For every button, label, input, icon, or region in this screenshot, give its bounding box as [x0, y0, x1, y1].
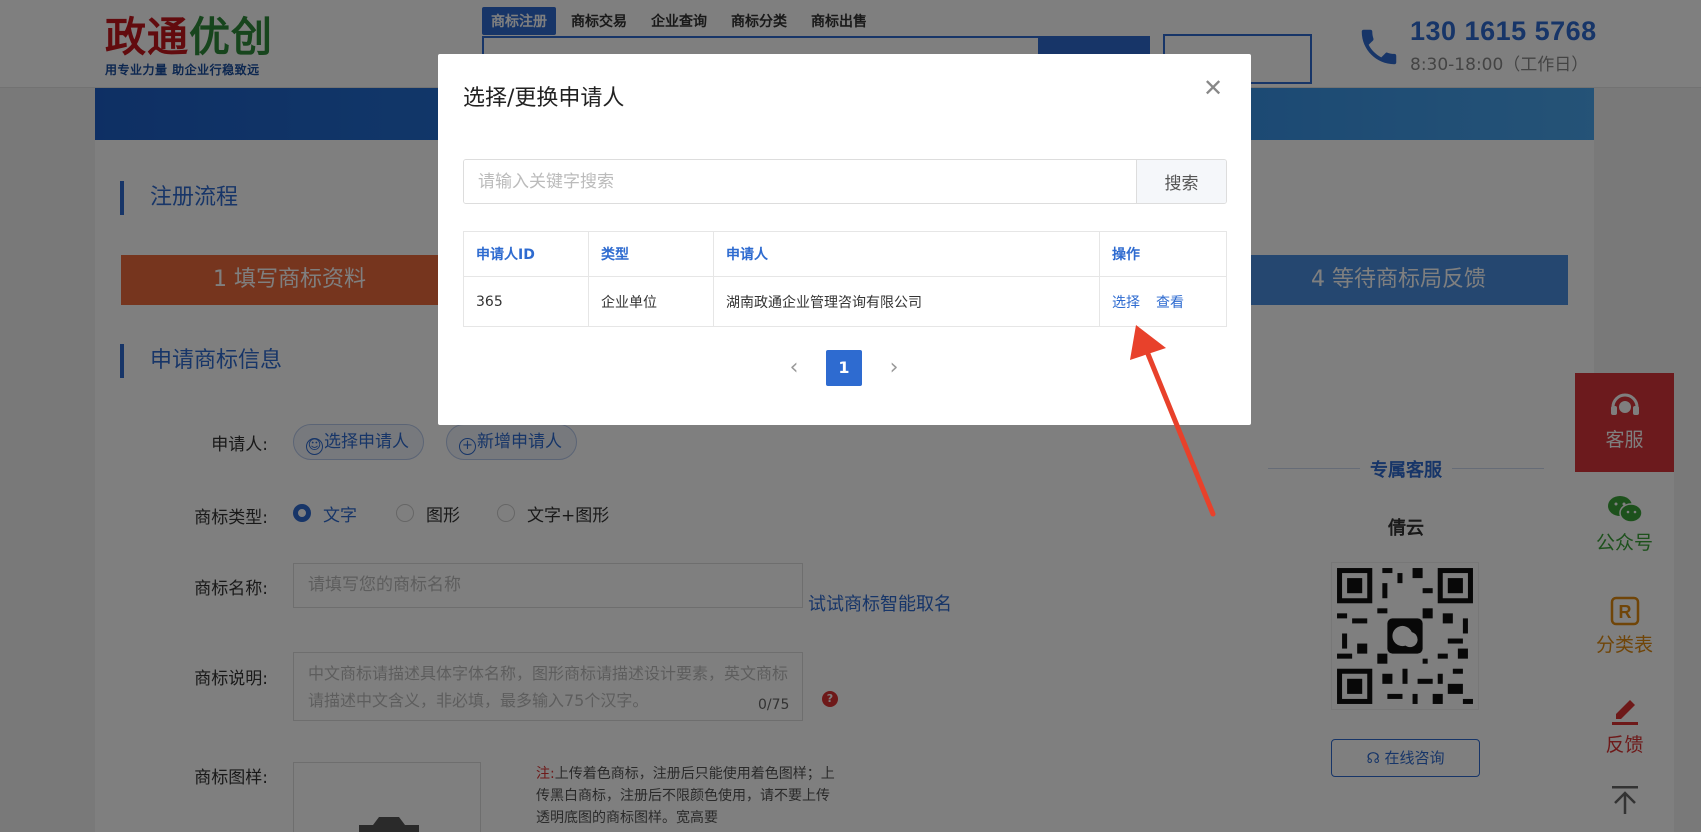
cell-applicant-id: 365	[463, 276, 589, 327]
modal-title: 选择/更换申请人	[463, 86, 625, 111]
next-page-button[interactable]: ›	[884, 350, 904, 386]
table-header-row: 申请人ID 类型 申请人 操作	[463, 231, 1227, 277]
applicant-table: 申请人ID 类型 申请人 操作 365 企业单位 湖南政通企业管理咨询有限公司 …	[463, 231, 1227, 327]
column-header-applicant: 申请人	[713, 231, 1100, 277]
prev-page-button[interactable]: ‹	[784, 350, 804, 386]
close-icon[interactable]: ✕	[1200, 76, 1226, 102]
view-link[interactable]: 查看	[1156, 295, 1184, 311]
cell-actions: 选择 查看	[1099, 276, 1227, 327]
cell-applicant-type: 企业单位	[588, 276, 714, 327]
column-header-id: 申请人ID	[463, 231, 589, 277]
modal-search-button[interactable]: 搜索	[1136, 160, 1226, 203]
modal-search-input[interactable]	[464, 160, 1136, 203]
select-link[interactable]: 选择	[1112, 295, 1140, 311]
column-header-type: 类型	[588, 231, 714, 277]
cell-applicant-name: 湖南政通企业管理咨询有限公司	[713, 276, 1100, 327]
table-row: 365 企业单位 湖南政通企业管理咨询有限公司 选择 查看	[463, 276, 1227, 327]
modal-search-bar: 搜索	[463, 159, 1227, 204]
column-header-action: 操作	[1099, 231, 1227, 277]
page-number-current[interactable]: 1	[826, 350, 862, 386]
select-applicant-modal: 选择/更换申请人 ✕ 搜索 申请人ID 类型 申请人 操作 365 企业单位 湖…	[438, 54, 1251, 425]
